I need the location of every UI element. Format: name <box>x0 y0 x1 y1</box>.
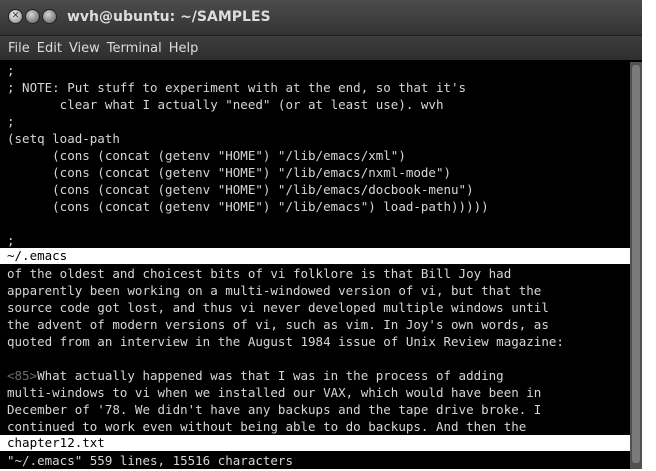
title-bar[interactable]: ✕ wvh@ubuntu: ~/SAMPLES <box>0 0 642 36</box>
buffer-line: (setq load-path <box>7 131 120 146</box>
top-window-status-line: ~/.emacs <box>0 248 630 264</box>
buffer-line: (cons (concat (getenv "HOME") "/lib/emac… <box>7 148 406 163</box>
buffer-line: ; <box>7 233 15 248</box>
close-button[interactable]: ✕ <box>8 9 23 24</box>
menu-help[interactable]: Help <box>169 41 199 56</box>
menu-edit[interactable]: Edit <box>37 41 62 56</box>
minimize-button[interactable] <box>25 9 40 24</box>
window-title: wvh@ubuntu: ~/SAMPLES <box>67 9 271 25</box>
menu-bar: File Edit View Terminal Help <box>0 36 642 60</box>
buffer-line: quoted from an interview in the August 1… <box>7 334 564 349</box>
buffer-line: (cons (concat (getenv "HOME") "/lib/emac… <box>7 165 452 180</box>
quote-marker: <85> <box>7 368 38 383</box>
buffer-line: ; <box>7 114 15 129</box>
buffer-line: multi-windows to vi when we installed ou… <box>7 385 542 400</box>
menu-file[interactable]: File <box>8 41 30 56</box>
buffer-line: continued to work even without being abl… <box>7 419 527 434</box>
menu-view[interactable]: View <box>69 41 100 56</box>
buffer-line: of the oldest and choicest bits of vi fo… <box>7 266 512 281</box>
bottom-window-status-line: chapter12.txt <box>0 435 630 451</box>
buffer-line: (cons (concat (getenv "HOME") "/lib/emac… <box>7 182 474 197</box>
buffer-line: ; <box>7 63 15 78</box>
message-line: "~/.emacs" 559 lines, 15516 characters <box>7 453 293 468</box>
close-icon: ✕ <box>11 11 20 21</box>
terminal-window: ✕ wvh@ubuntu: ~/SAMPLES File Edit View T… <box>0 0 642 469</box>
quote-text: What actually happened was that I was in… <box>37 368 504 383</box>
quote-line: <85>What actually happened was that I wa… <box>7 367 504 384</box>
menu-terminal[interactable]: Terminal <box>107 41 162 56</box>
buffer-line: the advent of modern versions of vi, suc… <box>7 317 549 332</box>
buffer-line: source code got lost, and thus vi never … <box>7 300 549 315</box>
buffer-line: clear what I actually "need" (or at leas… <box>7 97 444 112</box>
scrollbar[interactable] <box>630 62 642 469</box>
scrollbar-thumb[interactable] <box>632 65 640 463</box>
terminal-content[interactable]: ; ; NOTE: Put stuff to experiment with a… <box>0 62 630 469</box>
buffer-line: apparently been working on a multi-windo… <box>7 283 542 298</box>
buffer-line: (cons (concat (getenv "HOME") "/lib/emac… <box>7 199 489 214</box>
maximize-button[interactable] <box>42 9 57 24</box>
buffer-line: December of '78. We didn't have any back… <box>7 402 542 417</box>
buffer-line: ; NOTE: Put stuff to experiment with at … <box>7 80 467 95</box>
